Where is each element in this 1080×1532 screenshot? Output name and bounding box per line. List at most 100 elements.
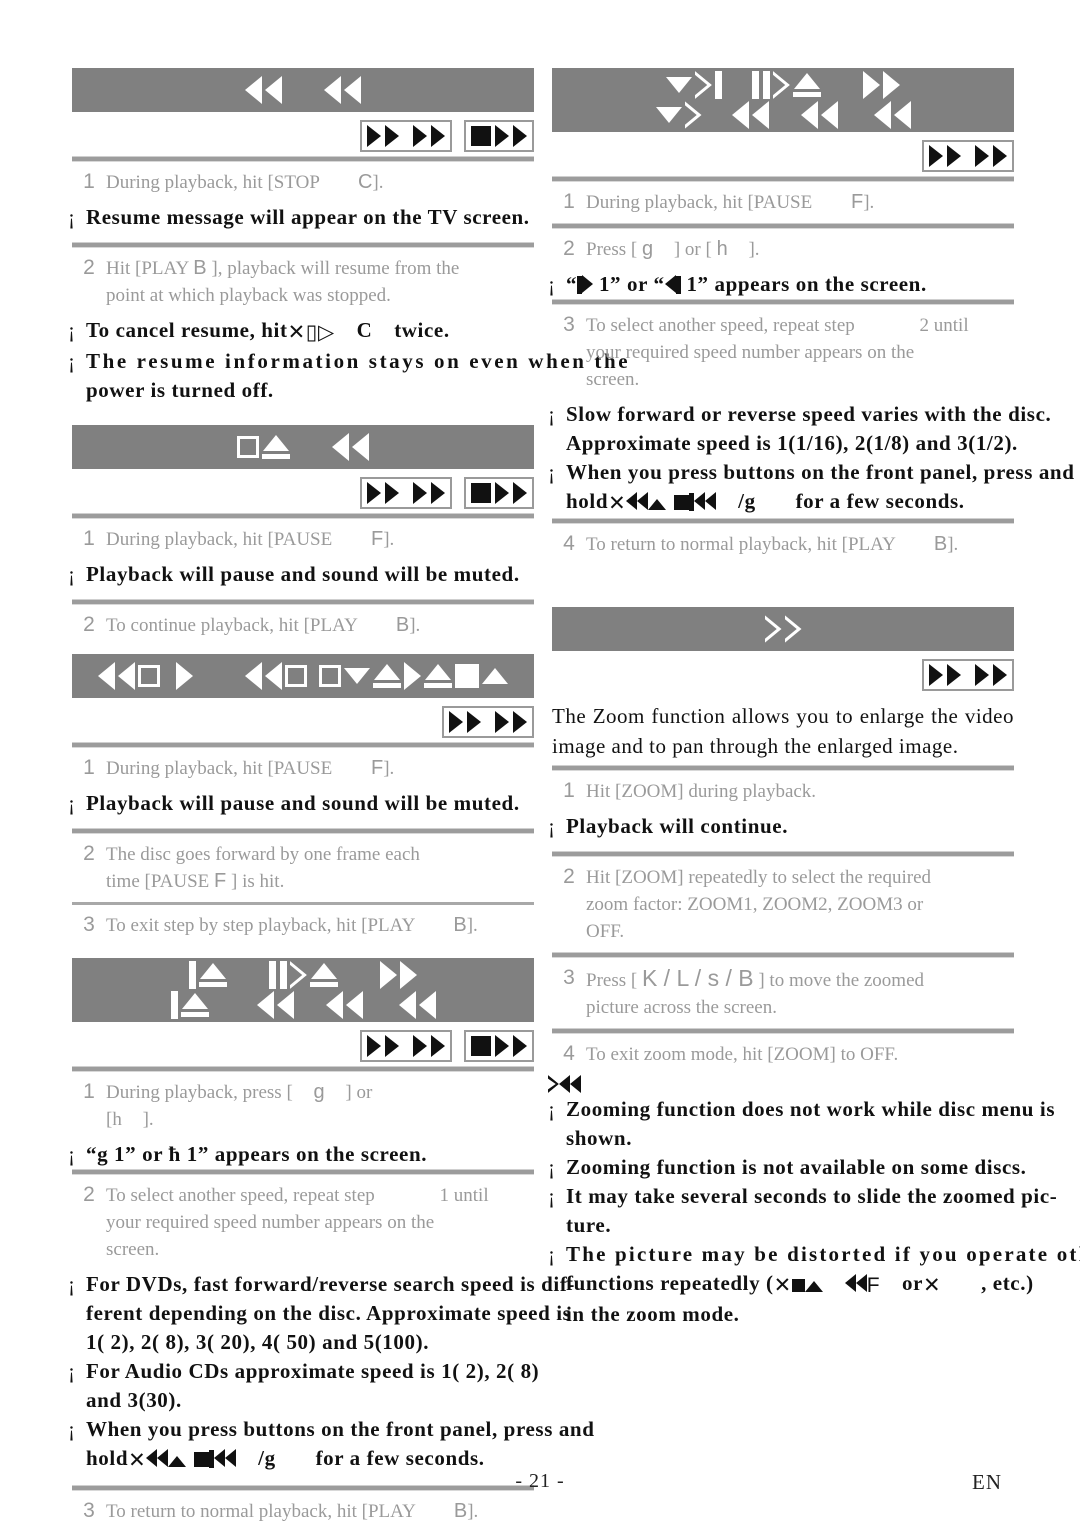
step-item: 4 To exit zoom mode, hit [ZOOM] to OFF. <box>552 1034 1014 1075</box>
step-text-a: During playback, press [ <box>106 1082 293 1103</box>
step-text-a: To select another speed, repeat step <box>106 1185 375 1206</box>
dvd-video-badge <box>360 1030 452 1062</box>
rewind-icon <box>332 433 369 461</box>
step-text: During playback, hit [PAUSE F]. <box>106 526 394 553</box>
step-number: 2 <box>563 865 575 888</box>
step-text-b: ] to move the zoomed <box>758 970 925 991</box>
section-fast-forward-reverse: 1 During playback, press [ g ] or [h ]. … <box>68 958 594 1532</box>
step-item: 2 Hit [ZOOM] repeatedly to select the re… <box>552 857 1014 952</box>
step-text: During playback, hit [STOP C]. <box>106 169 383 196</box>
step-text: To select another speed, repeat step 2 u… <box>586 312 969 393</box>
step-item: 2 Hit [PLAY B ], playback will resume fr… <box>72 248 534 316</box>
note-text: For DVDs, fast forward/reverse search sp… <box>86 1272 576 1296</box>
down-play-bar-icon <box>666 71 722 99</box>
step-text: To return to normal playback, hit [PLAY … <box>586 531 958 558</box>
step-item: 3 To exit step by step playback, hit [PL… <box>72 905 534 946</box>
note-text: ferent depending on the disc. Approximat… <box>86 1301 572 1325</box>
step-text-a: During playback, hit [PAUSE <box>586 192 813 213</box>
step-text-line2b: ] is hit. <box>231 871 285 892</box>
step-text-b: ]. <box>947 534 959 555</box>
section-header-fast-forward-reverse <box>72 958 534 1022</box>
note-text: Playback will pause and sound will be mu… <box>86 562 520 586</box>
step-number: 3 <box>563 966 575 989</box>
header-glyph-row <box>98 662 508 690</box>
note-symbol: /g <box>738 489 756 513</box>
step-text-b: ]. <box>372 172 384 193</box>
step-text-a: During playback, hit [PAUSE <box>106 758 333 779</box>
note-text: Approximate speed is 1(1/16), 2(1/8) and… <box>566 431 1018 455</box>
pause-eject-icon <box>189 961 227 989</box>
header-glyph-row-2 <box>655 101 911 129</box>
note-continuation: ferent depending on the disc. Approximat… <box>68 1299 571 1328</box>
header-glyph-row <box>245 76 361 104</box>
step-text-b: ]. <box>383 758 395 779</box>
step-symbol: F <box>214 870 227 892</box>
step-number: 3 <box>83 913 95 936</box>
step-text-a: During playback, hit [STOP <box>106 172 320 193</box>
step-text-line2: point at which playback was stopped. <box>106 285 391 306</box>
step-item: 1 During playback, press [ g ] or [h ]. <box>72 1072 534 1140</box>
step-symbol: g <box>641 238 654 260</box>
step-text-b: ] or [ <box>673 239 712 260</box>
step-text-line3: screen. <box>586 369 640 390</box>
step-symbol: C <box>357 171 373 193</box>
step-item: 3 Press [ K / L / s / B ] to move the zo… <box>552 958 1014 1028</box>
step-number: 2 <box>563 237 575 260</box>
step-text-a: To return to normal playback, hit [PLAY <box>586 534 896 555</box>
note-text: The picture may be distorted if you oper… <box>566 1242 1080 1266</box>
note-symbol: /g <box>258 1446 276 1470</box>
note-text: Playback will pause and sound will be mu… <box>86 791 520 815</box>
step-text-a: During playback, hit [PAUSE <box>106 529 333 550</box>
step-symbol: B <box>193 257 207 279</box>
video-cd-badge <box>464 477 534 509</box>
note-text: shown. <box>566 1126 633 1150</box>
step-text-line2: picture across the screen. <box>586 997 777 1018</box>
disc-badges <box>72 698 534 742</box>
disc-badges <box>72 112 534 156</box>
note-text: 1( 2), 2( 8), 3( 20), 4( 50) and 5(100). <box>86 1330 430 1354</box>
step-item: 1 During playback, hit [PAUSE F]. <box>72 519 534 560</box>
step-text: Hit [PLAY B ], playback will resume from… <box>106 255 459 309</box>
header-glyph-row <box>765 615 802 643</box>
note-bullet: ¡ “g 1” or ħ 1” appears on the screen. <box>68 1142 428 1166</box>
step-text-a: Hit [PLAY <box>106 258 189 279</box>
note-text: functions repeatedly ( <box>566 1271 774 1295</box>
note-continuation: Approximate speed is 1(1/16), 2(1/8) and… <box>548 429 1017 458</box>
step-text-a: Press [ <box>586 970 638 991</box>
section-step-by-step: 1 During playback, hit [PAUSE F]. ¡ Playb… <box>68 654 534 946</box>
step-number: 1 <box>563 190 575 213</box>
step-text: Hit [ZOOM] repeatedly to select the requ… <box>586 864 931 945</box>
left-column: 1 During playback, hit [STOP C]. ¡ Resume… <box>68 0 628 1532</box>
step-symbol: 1 <box>439 1185 450 1206</box>
step-text: During playback, hit [PAUSE F]. <box>106 755 394 782</box>
note-continuation: functions repeatedly (✕ F or✕ , etc.) <box>548 1269 1033 1300</box>
manual-page: 1 During playback, hit [STOP C]. ¡ Resume… <box>0 0 1080 1526</box>
note-continuation: in the zoom mode. <box>548 1300 1014 1329</box>
step-number: 1 <box>563 779 575 802</box>
note-bullet: ¡ For Audio CDs approximate speed is 1( 2… <box>68 1359 540 1383</box>
note-bullet: ¡ Zooming function does not work while di… <box>548 1097 1056 1121</box>
step-item: 1 During playback, hit [STOP C]. <box>72 162 534 203</box>
section-resume: 1 During playback, hit [STOP C]. ¡ Resume… <box>68 68 628 405</box>
note-text: hold <box>566 489 609 513</box>
step-symbol: F <box>850 191 864 213</box>
pause-play-eject-icon <box>269 961 338 989</box>
rewind-icon <box>256 991 294 1019</box>
page-footer: - 21 - EN <box>0 1470 1080 1500</box>
stop-icon: ✕▯▷ <box>287 321 335 344</box>
section-header-zoom <box>552 607 1014 651</box>
note-bullet: ¡ “ 1” or “ 1” appears on the screen. <box>548 272 927 296</box>
step-text-b: ]. <box>466 915 478 936</box>
step-text-c: ]. <box>748 239 760 260</box>
note-text: The resume information stays on even whe… <box>86 349 631 373</box>
step-text-line2: your required speed number appears on th… <box>586 342 915 363</box>
rewind-icon <box>325 991 363 1019</box>
note-text: ture. <box>566 1213 612 1237</box>
step-item: 1 During playback, hit [PAUSE F]. <box>72 748 534 789</box>
step-text-line2: zoom factor: ZOOM1, ZOOM2, ZOOM3 or <box>586 894 924 915</box>
dvd-video-badge <box>360 477 452 509</box>
header-glyph-row <box>237 433 369 461</box>
step-symbol: B <box>453 914 467 936</box>
step-symbol: B <box>395 614 410 636</box>
step-number: 2 <box>83 256 95 279</box>
